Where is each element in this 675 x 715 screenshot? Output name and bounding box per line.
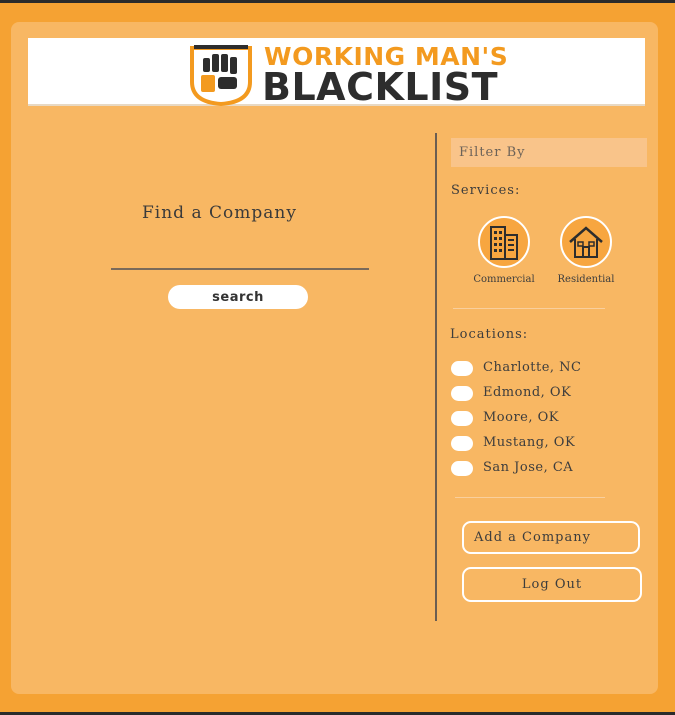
service-residential[interactable]: Residential bbox=[551, 216, 621, 285]
house-icon bbox=[560, 216, 612, 268]
search-button[interactable]: search bbox=[168, 285, 308, 309]
location-label: San Jose, CA bbox=[483, 460, 574, 475]
filter-header: Filter By bbox=[451, 138, 647, 167]
building-icon bbox=[478, 216, 530, 268]
service-label-residential: Residential bbox=[557, 274, 615, 285]
fist-logo-icon bbox=[190, 45, 252, 107]
services-label: Services: bbox=[451, 183, 521, 198]
location-toggle[interactable] bbox=[451, 386, 473, 401]
section-divider bbox=[455, 497, 605, 498]
top-border bbox=[0, 0, 675, 3]
header-banner: WORKING MAN'S BLACKLIST bbox=[28, 38, 645, 109]
location-toggle[interactable] bbox=[451, 461, 473, 476]
company-search-input[interactable] bbox=[111, 232, 369, 270]
location-label: Edmond, OK bbox=[483, 385, 572, 400]
service-label-commercial: Commercial bbox=[473, 274, 535, 285]
locations-label: Locations: bbox=[450, 327, 529, 342]
location-label: Moore, OK bbox=[483, 410, 560, 425]
service-commercial[interactable]: Commercial bbox=[469, 216, 539, 285]
section-divider bbox=[453, 308, 605, 309]
location-label: Charlotte, NC bbox=[483, 360, 582, 375]
location-toggle[interactable] bbox=[451, 411, 473, 426]
log-out-button[interactable]: Log Out bbox=[462, 567, 642, 602]
location-toggle[interactable] bbox=[451, 436, 473, 451]
location-toggle[interactable] bbox=[451, 361, 473, 376]
brand-line-2: BLACKLIST bbox=[262, 65, 499, 109]
add-company-button[interactable]: Add a Company bbox=[462, 521, 640, 554]
sidebar-divider bbox=[435, 133, 437, 621]
page-title: Find a Company bbox=[142, 203, 297, 223]
location-label: Mustang, OK bbox=[483, 435, 576, 450]
